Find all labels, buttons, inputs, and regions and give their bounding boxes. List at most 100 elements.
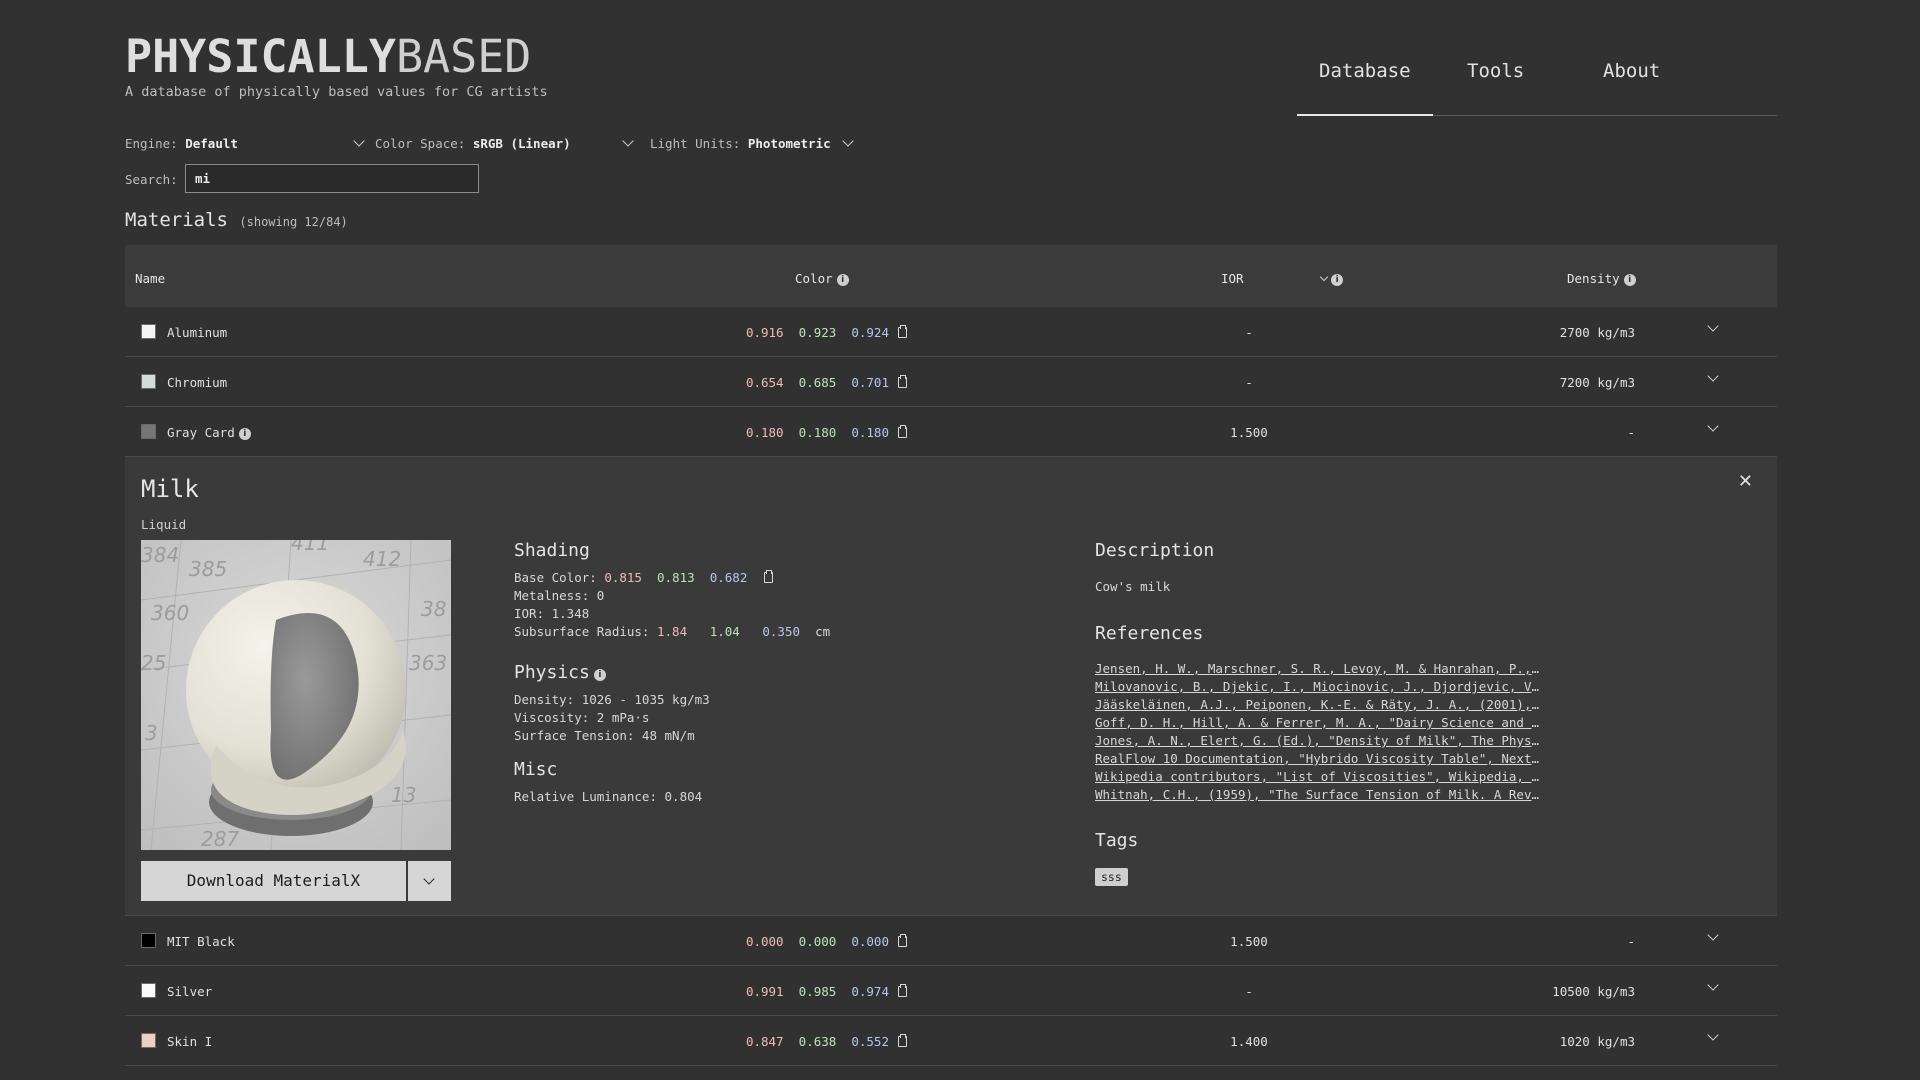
preview-number: 363 [409, 651, 447, 675]
reference-link[interactable]: RealFlow 10 Documentation, "Hybrido Visc… [1095, 751, 1543, 769]
material-name[interactable]: Silver [167, 984, 212, 999]
base-color: Base Color: 0.815 0.813 0.682 [514, 570, 773, 585]
info-icon[interactable]: i [1623, 274, 1636, 286]
misc-heading: Misc [514, 759, 558, 780]
ior-cell: 1.500 [1230, 934, 1268, 949]
table-row[interactable]: Aluminum 0.916 0.923 0.924 - 2700 kg/m3 [125, 307, 1777, 357]
reference-link[interactable]: Whitnah, C.H., (1959), "The Surface Tens… [1095, 787, 1543, 805]
clipboard-icon[interactable] [898, 325, 907, 338]
download-materialx-button[interactable]: Download MaterialX [141, 861, 406, 901]
info-icon[interactable]: i [1331, 274, 1344, 286]
preview-number: 38 [421, 597, 446, 621]
reference-link[interactable]: Milovanovic, B., Djekic, I., Miocinovic,… [1095, 679, 1543, 697]
clipboard-icon[interactable] [763, 570, 773, 583]
info-icon[interactable]: i [593, 669, 606, 681]
chevron-down-icon [1707, 929, 1719, 941]
color-swatch [141, 424, 156, 439]
density-cell: 10500 kg/m3 [1552, 984, 1635, 999]
description-text: Cow's milk [1095, 579, 1171, 594]
density-cell: 7200 kg/m3 [1559, 375, 1635, 390]
description-heading: Description [1095, 540, 1215, 561]
clipboard-icon[interactable] [898, 1034, 907, 1047]
reference-link[interactable]: Wikipedia contributors, "List of Viscosi… [1095, 769, 1543, 787]
info-icon[interactable]: i [836, 274, 849, 286]
sort-chevron-icon[interactable] [1319, 272, 1329, 282]
expand-row-button[interactable] [1707, 979, 1719, 995]
expand-row-button[interactable] [1707, 370, 1719, 386]
material-name[interactable]: MIT Black [167, 934, 235, 949]
ior-cell: - [1245, 984, 1253, 999]
tag-sss[interactable]: sss [1095, 868, 1128, 886]
material-title: Milk [141, 475, 199, 503]
density-cell: - [1627, 934, 1635, 949]
ior-cell: - [1245, 325, 1253, 340]
search-input[interactable] [185, 164, 479, 193]
ior-cell: - [1245, 375, 1253, 390]
preview-number: 412 [363, 547, 401, 571]
header-name[interactable]: Name [135, 271, 165, 286]
chevron-down-icon [1707, 1029, 1719, 1041]
chevron-down-icon [1707, 320, 1719, 332]
color-swatch [141, 1033, 156, 1048]
nav-tools[interactable]: Tools [1467, 60, 1524, 82]
ior-cell: 1.400 [1230, 1034, 1268, 1049]
density-cell: 2700 kg/m3 [1559, 325, 1635, 340]
material-name[interactable]: Chromium [167, 375, 227, 390]
search-label: Search: [125, 172, 178, 187]
color-values: 0.847 0.638 0.552 [746, 1034, 907, 1049]
close-icon[interactable]: ✕ [1738, 471, 1753, 492]
clipboard-icon[interactable] [898, 375, 907, 388]
color-values: 0.180 0.180 0.180 [746, 425, 907, 440]
reference-link[interactable]: Jones, A. N., Elert, G. (Ed.), "Density … [1095, 733, 1543, 751]
engine-select[interactable]: Engine: Default [125, 135, 366, 151]
result-count: (showing 12/84) [239, 215, 348, 229]
expand-row-button[interactable] [1707, 420, 1719, 436]
material-detail-panel: Milk Liquid ✕ 384 385 411 412 360 38 25 … [125, 457, 1777, 916]
clipboard-icon[interactable] [898, 425, 907, 438]
table-row[interactable]: Skin I 0.847 0.638 0.552 1.400 1020 kg/m3 [125, 1016, 1777, 1066]
expand-row-button[interactable] [1707, 1029, 1719, 1045]
material-name[interactable]: Skin I [167, 1034, 212, 1049]
color-swatch [141, 374, 156, 389]
expand-row-button[interactable] [1707, 929, 1719, 945]
info-icon[interactable]: i [238, 428, 251, 440]
table-row[interactable]: Silver 0.991 0.985 0.974 - 10500 kg/m3 [125, 966, 1777, 1016]
site-tagline: A database of physically based values fo… [125, 84, 548, 100]
material-name[interactable]: Aluminum [167, 325, 227, 340]
main-nav: Database Tools About [1297, 0, 1777, 116]
expand-row-button[interactable] [1707, 320, 1719, 336]
header-ior[interactable]: IOR i [1221, 271, 1344, 287]
nav-about[interactable]: About [1603, 60, 1660, 82]
page: PHYSICALLYBASED A database of physically… [125, 0, 1777, 1080]
light-units-select[interactable]: Light Units: Photometric [650, 135, 854, 151]
preview-number: 385 [189, 557, 227, 581]
viscosity-value: Viscosity: 2 mPa·s [514, 710, 650, 725]
site-logo[interactable]: PHYSICALLYBASED [125, 34, 531, 79]
chevron-down-icon [842, 135, 854, 147]
header-color[interactable]: Color i [795, 271, 849, 287]
clipboard-icon[interactable] [898, 934, 907, 947]
preview-number: 411 [291, 540, 329, 555]
material-category: Liquid [141, 517, 187, 532]
clipboard-icon[interactable] [898, 984, 907, 997]
header-density[interactable]: Density i [1567, 271, 1636, 287]
reference-link[interactable]: Jensen, H. W., Marschner, S. R., Levoy, … [1095, 661, 1543, 679]
table-row[interactable]: MIT Black 0.000 0.000 0.000 1.500 - [125, 916, 1777, 966]
references-heading: References [1095, 623, 1204, 644]
preview-number: 3 [145, 721, 158, 745]
color-space-select[interactable]: Color Space: sRGB (Linear) [375, 135, 634, 151]
materials-table: Name Color i IOR i Density i Aluminum 0.916… [125, 245, 1777, 1066]
chevron-down-icon [423, 873, 435, 885]
chevron-down-icon [622, 135, 634, 147]
download-options-button[interactable] [408, 861, 451, 901]
chevron-down-icon [1707, 979, 1719, 991]
nav-database[interactable]: Database [1297, 60, 1432, 116]
table-row[interactable]: Gray Card i 0.180 0.180 0.180 1.500 - [125, 407, 1777, 457]
color-swatch [141, 933, 156, 948]
table-row[interactable]: Chromium 0.654 0.685 0.701 - 7200 kg/m3 [125, 357, 1777, 407]
reference-link[interactable]: Goff, D. H., Hill, A. & Ferrer, M. A., "… [1095, 715, 1543, 733]
chevron-down-icon [1707, 420, 1719, 432]
reference-link[interactable]: Jääskeläinen, A.J., Peiponen, K.-E. & Rä… [1095, 697, 1543, 715]
color-values: 0.654 0.685 0.701 [746, 375, 907, 390]
material-name[interactable]: Gray Card i [167, 425, 251, 441]
